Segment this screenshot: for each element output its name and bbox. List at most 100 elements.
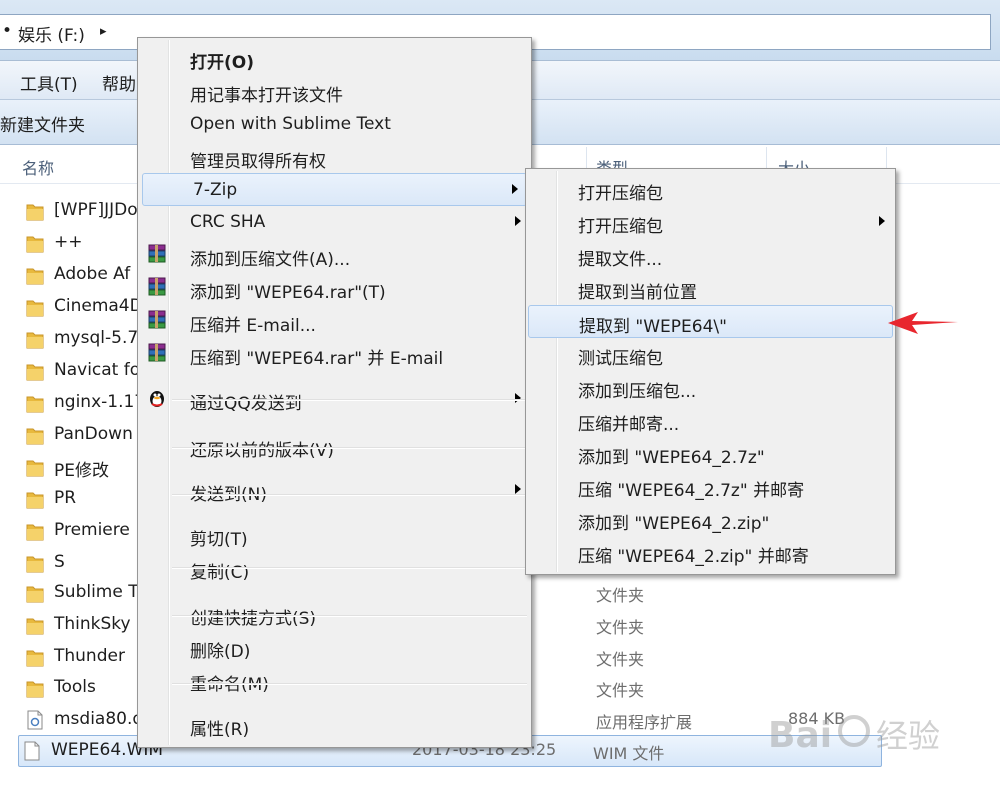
context-menu-item[interactable]: 属性(R) [140,709,529,740]
file-name: ++ [54,232,83,252]
file-name: S [54,552,65,572]
menu-item-label: 测试压缩包 [578,349,663,369]
submenu-arrow-icon [512,184,518,194]
submenu-arrow-icon [879,216,885,226]
context-menu-item[interactable]: Open with Sublime Text [140,108,529,139]
file-type: 文件夹 [596,681,645,700]
breadcrumb-location[interactable]: 娱乐 (F:) [18,21,85,46]
qq-icon [146,387,168,409]
zip-menu-item[interactable]: 添加到 "WEPE64_2.7z" [528,437,893,468]
menu-item-label: 打开(O) [190,53,254,73]
file-name: Thunder [54,646,125,666]
svg-text:经验: 经验 [876,717,940,755]
folder-icon [26,361,44,381]
file-name: mysql-5.7 [54,328,139,348]
context-menu-item[interactable]: 发送到(N) [140,474,529,505]
submenu-arrow-icon [515,216,521,226]
menu-item-label: 打开压缩包 [578,184,663,204]
file-type: 文件夹 [596,586,645,605]
context-menu-item[interactable]: 压缩到 "WEPE64.rar" 并 E-mail [140,338,529,369]
file-name: PanDown [54,424,133,444]
submenu-arrow-icon [515,484,521,494]
zip-menu-item[interactable]: 添加到 "WEPE64_2.zip" [528,503,893,534]
menu-item-label: 属性(R) [190,720,250,740]
menu-item-label: 打开压缩包 [578,217,663,237]
zip-menu-item[interactable]: 添加到压缩包... [528,371,893,402]
context-menu-item[interactable]: 压缩并 E-mail... [140,305,529,336]
winrar-icon [146,276,168,298]
menu-item-label: 发送到(N) [190,485,267,505]
context-menu-item[interactable]: CRC SHA [140,206,529,237]
menu-item-label: 压缩 "WEPE64_2.7z" 并邮寄 [578,481,805,501]
folder-icon [26,201,44,221]
zip-menu-item[interactable]: 提取文件... [528,239,893,270]
menu-help[interactable]: 帮助 [102,70,136,95]
sevenzip-submenu: 打开压缩包 打开压缩包 提取文件... 提取到当前位置 提取到 "WEPE64\" 测试压… [525,168,896,575]
file-type: 应用程序扩展 [596,713,693,732]
menu-separator [172,494,527,496]
file-icon [23,741,41,761]
new-folder-button[interactable]: 新建文件夹 [0,111,85,136]
folder-icon [26,647,44,667]
folder-icon [26,233,44,253]
menu-item-label: 添加到 "WEPE64_2.7z" [578,448,765,468]
context-menu-item[interactable]: 添加到压缩文件(A)... [140,239,529,270]
column-name-header[interactable]: 名称 [22,155,54,179]
menu-separator [172,567,527,569]
menu-item-label: 添加到 "WEPE64_2.zip" [578,514,770,534]
file-name: msdia80.d [54,709,144,729]
zip-menu-item[interactable]: 打开压缩包 [528,206,893,237]
file-name: ThinkSky [54,614,131,634]
menu-item-label: 剪切(T) [190,530,248,550]
menu-item-label: 添加到 "WEPE64.rar"(T) [190,283,386,303]
breadcrumb-chevron-icon[interactable]: ▸ [100,24,107,39]
file-type: 文件夹 [596,618,645,637]
context-menu-item[interactable]: 剪切(T) [140,519,529,550]
folder-icon [26,583,44,603]
folder-icon [26,678,44,698]
zip-menu-item[interactable]: 测试压缩包 [528,338,893,369]
menu-item-label: 压缩 "WEPE64_2.zip" 并邮寄 [578,547,809,567]
zip-menu-item[interactable]: 打开压缩包 [528,173,893,204]
context-menu-item[interactable]: 打开(O) [140,42,529,73]
menu-item-label: 压缩并 E-mail... [190,316,316,336]
folder-icon [26,297,44,317]
zip-menu-item[interactable]: 压缩并邮寄... [528,404,893,435]
context-menu-item[interactable]: 重命名(M) [140,664,529,695]
menu-tools[interactable]: 工具(T) [20,70,78,95]
folder-icon [26,425,44,445]
context-menu-item[interactable]: 用记事本打开该文件 [140,75,529,106]
context-menu: 打开(O) 用记事本打开该文件 Open with Sublime Text 管理员取… [137,37,532,748]
menu-separator [172,683,527,685]
menu-item-label: 压缩并邮寄... [578,415,680,435]
file-name: Adobe Af [54,264,131,284]
zip-menu-item[interactable]: 压缩 "WEPE64_2.7z" 并邮寄 [528,470,893,501]
menu-item-label: 用记事本打开该文件 [190,86,343,106]
menu-separator [172,447,527,449]
context-menu-item[interactable]: 添加到 "WEPE64.rar"(T) [140,272,529,303]
file-name: PR [54,488,77,508]
zip-menu-item[interactable]: 压缩 "WEPE64_2.zip" 并邮寄 [528,536,893,567]
zip-menu-item[interactable]: 提取到当前位置 [528,272,893,303]
context-menu-item[interactable]: 删除(D) [140,631,529,662]
menu-item-label: Open with Sublime Text [190,114,391,134]
zip-menu-item[interactable]: 提取到 "WEPE64\" [528,305,893,338]
context-menu-item[interactable]: 还原以前的版本(V) [140,430,529,461]
file-name: Premiere [54,520,130,540]
context-menu-item[interactable]: 7-Zip [142,173,527,206]
file-type: 文件夹 [596,650,645,669]
folder-icon [26,615,44,635]
winrar-icon [146,243,168,265]
file-name: nginx-1.17 [54,392,146,412]
context-menu-item[interactable]: 管理员取得所有权 [140,141,529,172]
folder-icon [26,393,44,413]
svg-text:Bai: Bai [768,715,832,756]
menu-item-label: 删除(D) [190,642,251,662]
folder-icon [26,521,44,541]
menu-item-label: 通过QQ发送到 [190,394,302,414]
file-name: Tools [54,677,96,697]
context-menu-item[interactable]: 创建快捷方式(S) [140,598,529,629]
menu-item-label: 添加到压缩文件(A)... [190,250,351,270]
menu-item-label: 7-Zip [193,180,238,200]
menu-separator [172,399,527,401]
